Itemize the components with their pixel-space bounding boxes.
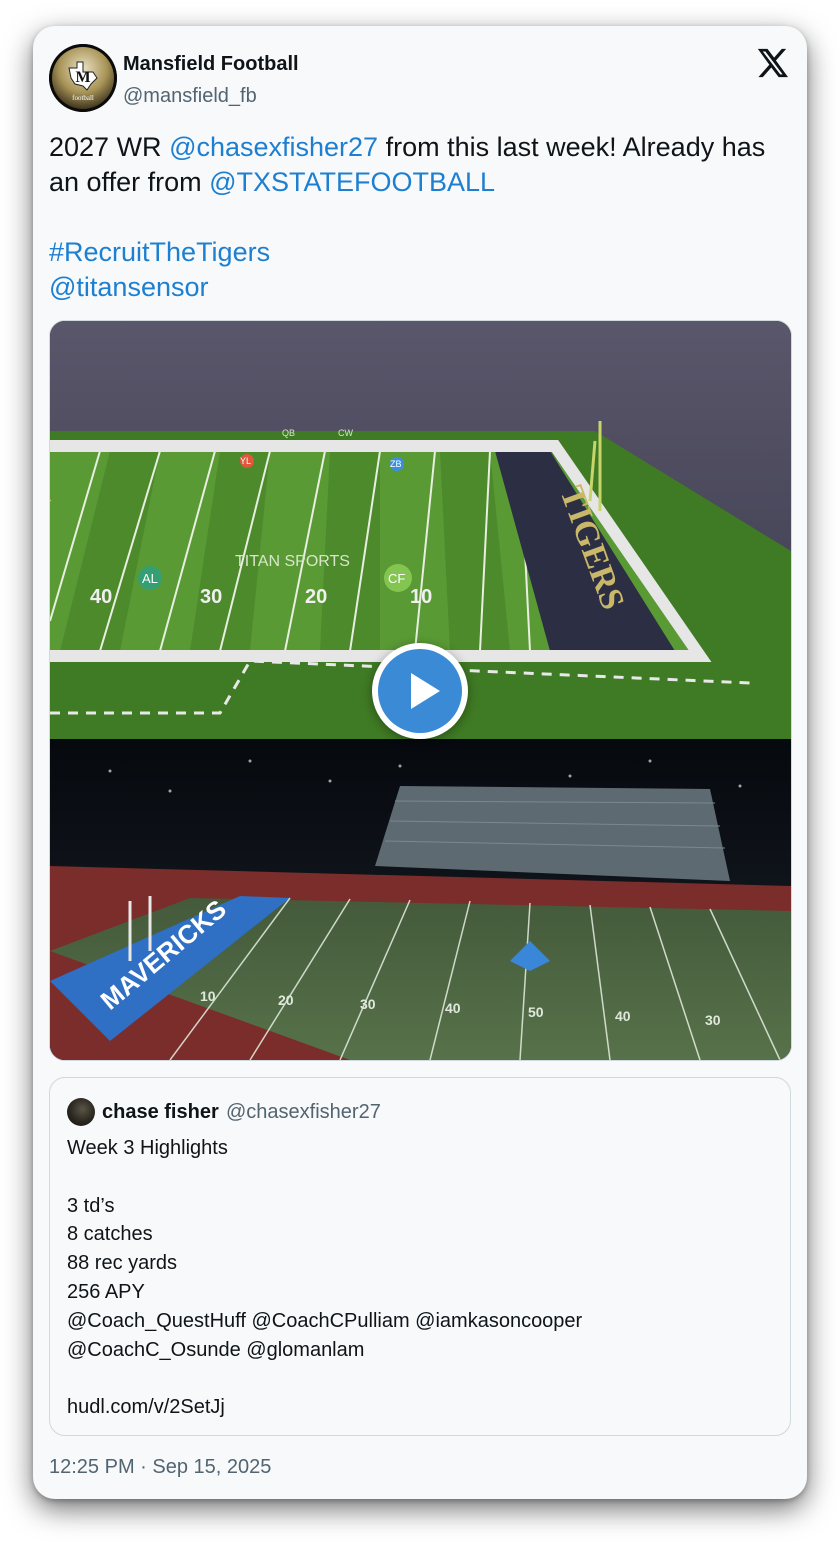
quoted-link: hudl.com/v/2SetJj [67, 1396, 225, 1419]
mention-link[interactable]: @TXSTATEFOOTBALL [209, 167, 495, 197]
svg-text:ZB: ZB [390, 459, 402, 469]
quoted-text-line [67, 1364, 767, 1393]
svg-text:20: 20 [305, 586, 327, 608]
svg-text:TITAN SPORTS: TITAN SPORTS [235, 553, 350, 570]
tweet-text-part: 2027 WR [49, 132, 170, 162]
tweet-card: M football Mansfield Football @mansfield… [33, 26, 807, 1499]
play-button-fill [378, 649, 462, 733]
svg-text:50: 50 [528, 1004, 544, 1020]
mansfield-logo-icon: M football [49, 44, 117, 112]
author-info: Mansfield Football @mansfield_fb [123, 52, 299, 108]
svg-text:CW: CW [338, 428, 353, 438]
mention-link[interactable]: @chasexfisher27 [169, 132, 378, 162]
svg-text:10: 10 [200, 988, 216, 1004]
mention-link[interactable]: @titansensor [49, 272, 208, 302]
tweet-text: 2027 WR @chasexfisher27 from this last w… [49, 130, 789, 305]
svg-text:40: 40 [615, 1008, 631, 1024]
author-handle[interactable]: @mansfield_fb [123, 84, 299, 108]
svg-text:AL: AL [142, 571, 158, 586]
svg-text:QB: QB [282, 428, 295, 438]
video-thumbnail[interactable]: TIGERS M TITAN SPORTS 40 30 20 10 AL CF … [49, 320, 792, 1061]
quoted-text-line: 88 rec yards [67, 1252, 178, 1275]
quoted-author-name: chase fisher [102, 1101, 219, 1123]
svg-text:M: M [75, 69, 90, 86]
quoted-text-line: 3 td’s [67, 1194, 115, 1217]
svg-text:30: 30 [360, 996, 376, 1012]
play-icon [411, 673, 440, 709]
quoted-author-handle: @chasexfisher27 [226, 1101, 381, 1123]
svg-text:30: 30 [200, 586, 222, 608]
tweet-timestamp[interactable]: 12:25 PM · Sep 15, 2025 [49, 1455, 271, 1479]
author-display-name[interactable]: Mansfield Football [123, 52, 299, 76]
quoted-tweet-text: Week 3 Highlights 3 td’s 8 catches 88 re… [67, 1134, 767, 1422]
svg-text:40: 40 [90, 586, 112, 608]
quoted-text-line: 256 APY [67, 1280, 145, 1303]
quoted-text-line: 8 catches [67, 1223, 153, 1246]
hashtag-link[interactable]: #RecruitTheTigers [49, 237, 270, 267]
author-avatar[interactable]: M football [49, 44, 117, 112]
quoted-text-line: @Coach_QuestHuff @CoachCPulliam @iamkaso… [67, 1309, 583, 1332]
svg-text:YL: YL [240, 456, 251, 466]
play-button[interactable] [372, 643, 468, 739]
quoted-author-avatar [67, 1098, 95, 1126]
quoted-tweet[interactable]: chase fisher @chasexfisher27 Week 3 High… [49, 1077, 791, 1436]
svg-text:10: 10 [410, 586, 432, 608]
quoted-text-line [67, 1163, 767, 1192]
svg-text:football: football [72, 94, 94, 102]
svg-text:CF: CF [388, 571, 405, 586]
svg-text:30: 30 [705, 1012, 721, 1028]
quoted-text-line: @CoachC_Osunde @glomanlam [67, 1338, 365, 1361]
svg-text:20: 20 [278, 992, 294, 1008]
svg-text:40: 40 [445, 1000, 461, 1016]
quoted-text-line: Week 3 Highlights [67, 1137, 228, 1159]
x-logo-icon[interactable] [755, 46, 789, 80]
